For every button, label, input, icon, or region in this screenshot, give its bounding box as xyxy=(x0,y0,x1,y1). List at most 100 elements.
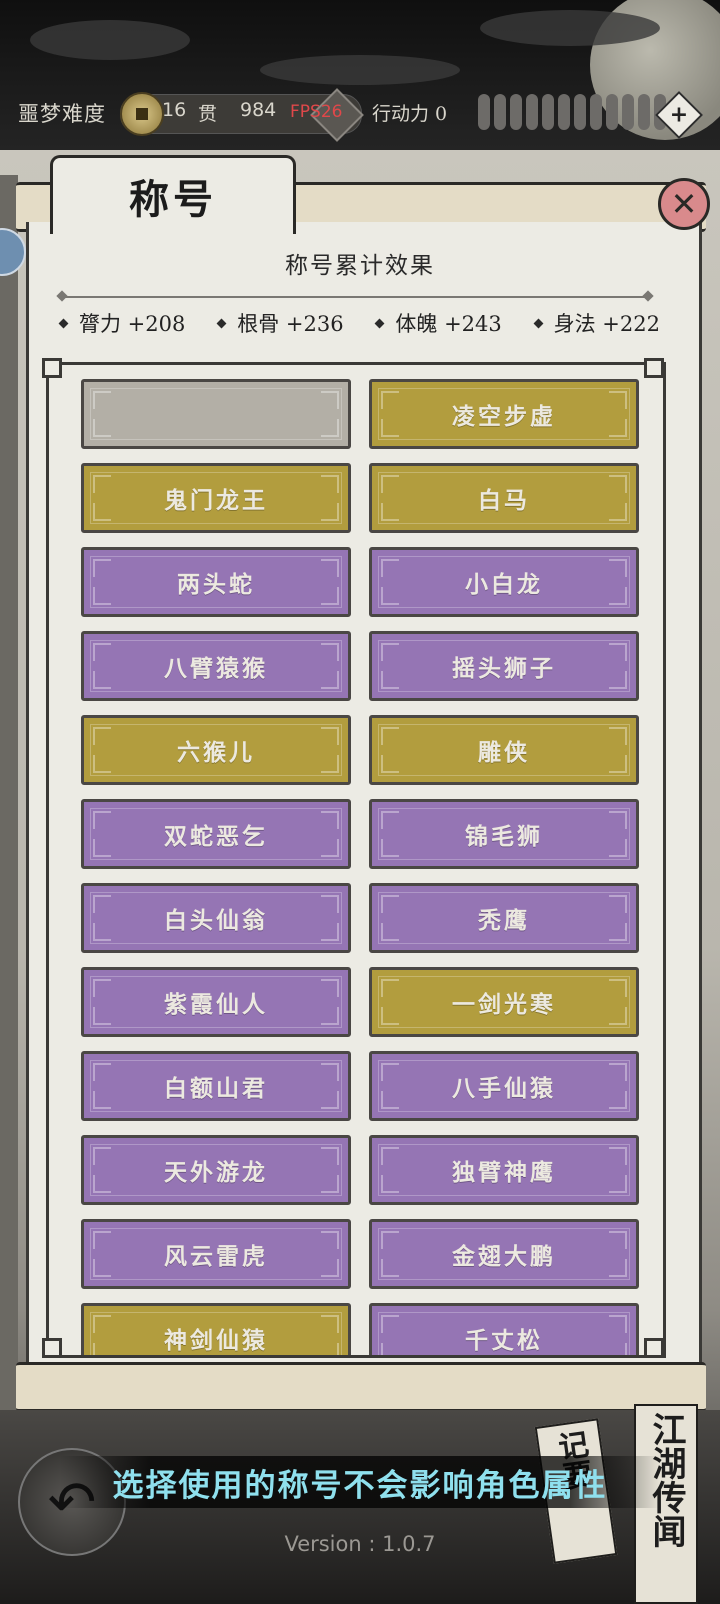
card-corner-ornament xyxy=(321,1147,339,1165)
card-corner-ornament xyxy=(609,391,627,409)
action-point-slot xyxy=(494,94,506,130)
card-corner-ornament xyxy=(381,643,399,661)
card-corner-ornament xyxy=(609,1063,627,1081)
stat-item: 根骨 +236 xyxy=(216,308,344,338)
card-corner-ornament xyxy=(93,419,111,437)
tab-titles[interactable]: 称号 xyxy=(50,155,296,234)
title-card[interactable]: 鬼门龙王 xyxy=(81,463,351,533)
title-card[interactable]: 两头蛇 xyxy=(81,547,351,617)
title-card-label: 凌空步虚 xyxy=(452,403,556,430)
card-corner-ornament xyxy=(381,475,399,493)
title-card[interactable]: 双蛇恶乞 xyxy=(81,799,351,869)
plus-icon: + xyxy=(669,102,689,128)
card-corner-ornament xyxy=(321,475,339,493)
card-corner-ornament xyxy=(381,1315,399,1333)
coin-value: 984 xyxy=(240,99,277,121)
card-corner-ornament xyxy=(93,1147,111,1165)
title-list[interactable]: 凌空步虚鬼门龙王 白马两头蛇 小白龙八臂猿猴 摇头狮子六猴儿 雕侠 双蛇恶乞 锦毛狮 白头仙翁… xyxy=(46,362,666,1358)
title-card[interactable]: 一剑光寒 xyxy=(369,967,639,1037)
frame-corner xyxy=(644,1338,664,1358)
title-card[interactable]: 六猴儿 xyxy=(81,715,351,785)
title-card-label: 紫霞仙人 xyxy=(164,991,268,1018)
card-corner-ornament xyxy=(321,559,339,577)
scroll-bottom-rod xyxy=(16,1362,706,1412)
title-card[interactable]: 雕侠 xyxy=(369,715,639,785)
close-button[interactable]: ✕ xyxy=(658,178,710,230)
card-corner-ornament xyxy=(321,1007,339,1025)
card-corner-ornament xyxy=(609,727,627,745)
action-point-slot xyxy=(526,94,538,130)
action-point-slot xyxy=(478,94,490,130)
card-corner-ornament xyxy=(609,1231,627,1249)
card-corner-ornament xyxy=(321,1259,339,1277)
title-card-label: 独臂神鹰 xyxy=(452,1159,556,1186)
card-corner-ornament xyxy=(93,1175,111,1193)
title-card-label: 秃鹰 xyxy=(478,907,530,934)
card-corner-ornament xyxy=(93,1063,111,1081)
card-corner-ornament xyxy=(93,475,111,493)
title-card[interactable]: 八臂猿猴 xyxy=(81,631,351,701)
card-corner-ornament xyxy=(93,839,111,857)
card-corner-ornament xyxy=(381,1007,399,1025)
card-corner-ornament xyxy=(381,811,399,829)
title-card[interactable]: 白头仙翁 xyxy=(81,883,351,953)
card-corner-ornament xyxy=(93,1231,111,1249)
title-card-label: 八臂猿猴 xyxy=(164,655,268,682)
card-corner-ornament xyxy=(381,1091,399,1109)
cloud-decoration xyxy=(480,10,660,46)
card-corner-ornament xyxy=(609,587,627,605)
title-card[interactable]: 小白龙 xyxy=(369,547,639,617)
tab-title-label: 称号 xyxy=(129,176,217,223)
stat-label: 根骨 +236 xyxy=(237,312,344,336)
title-card-label: 摇头狮子 xyxy=(452,655,556,682)
title-card[interactable]: 天外游龙 xyxy=(81,1135,351,1205)
card-corner-ornament xyxy=(609,979,627,997)
title-card[interactable]: 八手仙猿 xyxy=(369,1051,639,1121)
title-card[interactable]: 摇头狮子 xyxy=(369,631,639,701)
card-corner-ornament xyxy=(321,923,339,941)
card-corner-ornament xyxy=(381,1063,399,1081)
title-card[interactable]: 独臂神鹰 xyxy=(369,1135,639,1205)
title-card-label: 千丈松 xyxy=(465,1327,543,1354)
title-card[interactable]: 千丈松 xyxy=(369,1303,639,1355)
card-corner-ornament xyxy=(381,727,399,745)
card-corner-ornament xyxy=(93,503,111,521)
card-corner-ornament xyxy=(321,839,339,857)
title-card[interactable]: 风云雷虎 xyxy=(81,1219,351,1289)
title-card[interactable]: 白马 xyxy=(369,463,639,533)
card-corner-ornament xyxy=(321,391,339,409)
stat-item: 膂力 +208 xyxy=(58,308,186,338)
title-card[interactable] xyxy=(81,379,351,449)
card-corner-ornament xyxy=(321,1063,339,1081)
card-corner-ornament xyxy=(609,1147,627,1165)
top-status-bar: 噩梦难度 16 贯 984 FPS26 行动力 0 + xyxy=(0,88,720,142)
card-corner-ornament xyxy=(321,419,339,437)
title-card[interactable]: 金翅大鹏 xyxy=(369,1219,639,1289)
effect-title: 称号累计效果 xyxy=(285,253,435,279)
action-point-slot xyxy=(606,94,618,130)
card-corner-ornament xyxy=(381,1259,399,1277)
title-card[interactable]: 锦毛狮 xyxy=(369,799,639,869)
frame-corner xyxy=(644,358,664,378)
title-card[interactable]: 凌空步虚 xyxy=(369,379,639,449)
stat-item: 体魄 +243 xyxy=(374,308,502,338)
title-card[interactable]: 紫霞仙人 xyxy=(81,967,351,1037)
card-corner-ornament xyxy=(381,1343,399,1355)
card-corner-ornament xyxy=(381,587,399,605)
title-card-label: 白马 xyxy=(478,487,530,514)
card-corner-ornament xyxy=(93,391,111,409)
card-corner-ornament xyxy=(93,1343,111,1355)
title-card[interactable]: 神剑仙猿 xyxy=(81,1303,351,1355)
card-corner-ornament xyxy=(93,643,111,661)
action-point-slot xyxy=(542,94,554,130)
stats-row: 膂力 +208 根骨 +236 体魄 +243 身法 +222 xyxy=(58,308,660,338)
action-points-label: 行动力 0 xyxy=(372,103,448,125)
stat-label: 膂力 +208 xyxy=(79,312,186,336)
title-card[interactable]: 秃鹰 xyxy=(369,883,639,953)
title-card[interactable]: 白额山君 xyxy=(81,1051,351,1121)
title-card-label: 神剑仙猿 xyxy=(164,1327,268,1354)
card-corner-ornament xyxy=(609,419,627,437)
card-corner-ornament xyxy=(381,391,399,409)
card-corner-ornament xyxy=(321,1231,339,1249)
card-corner-ornament xyxy=(321,1175,339,1193)
